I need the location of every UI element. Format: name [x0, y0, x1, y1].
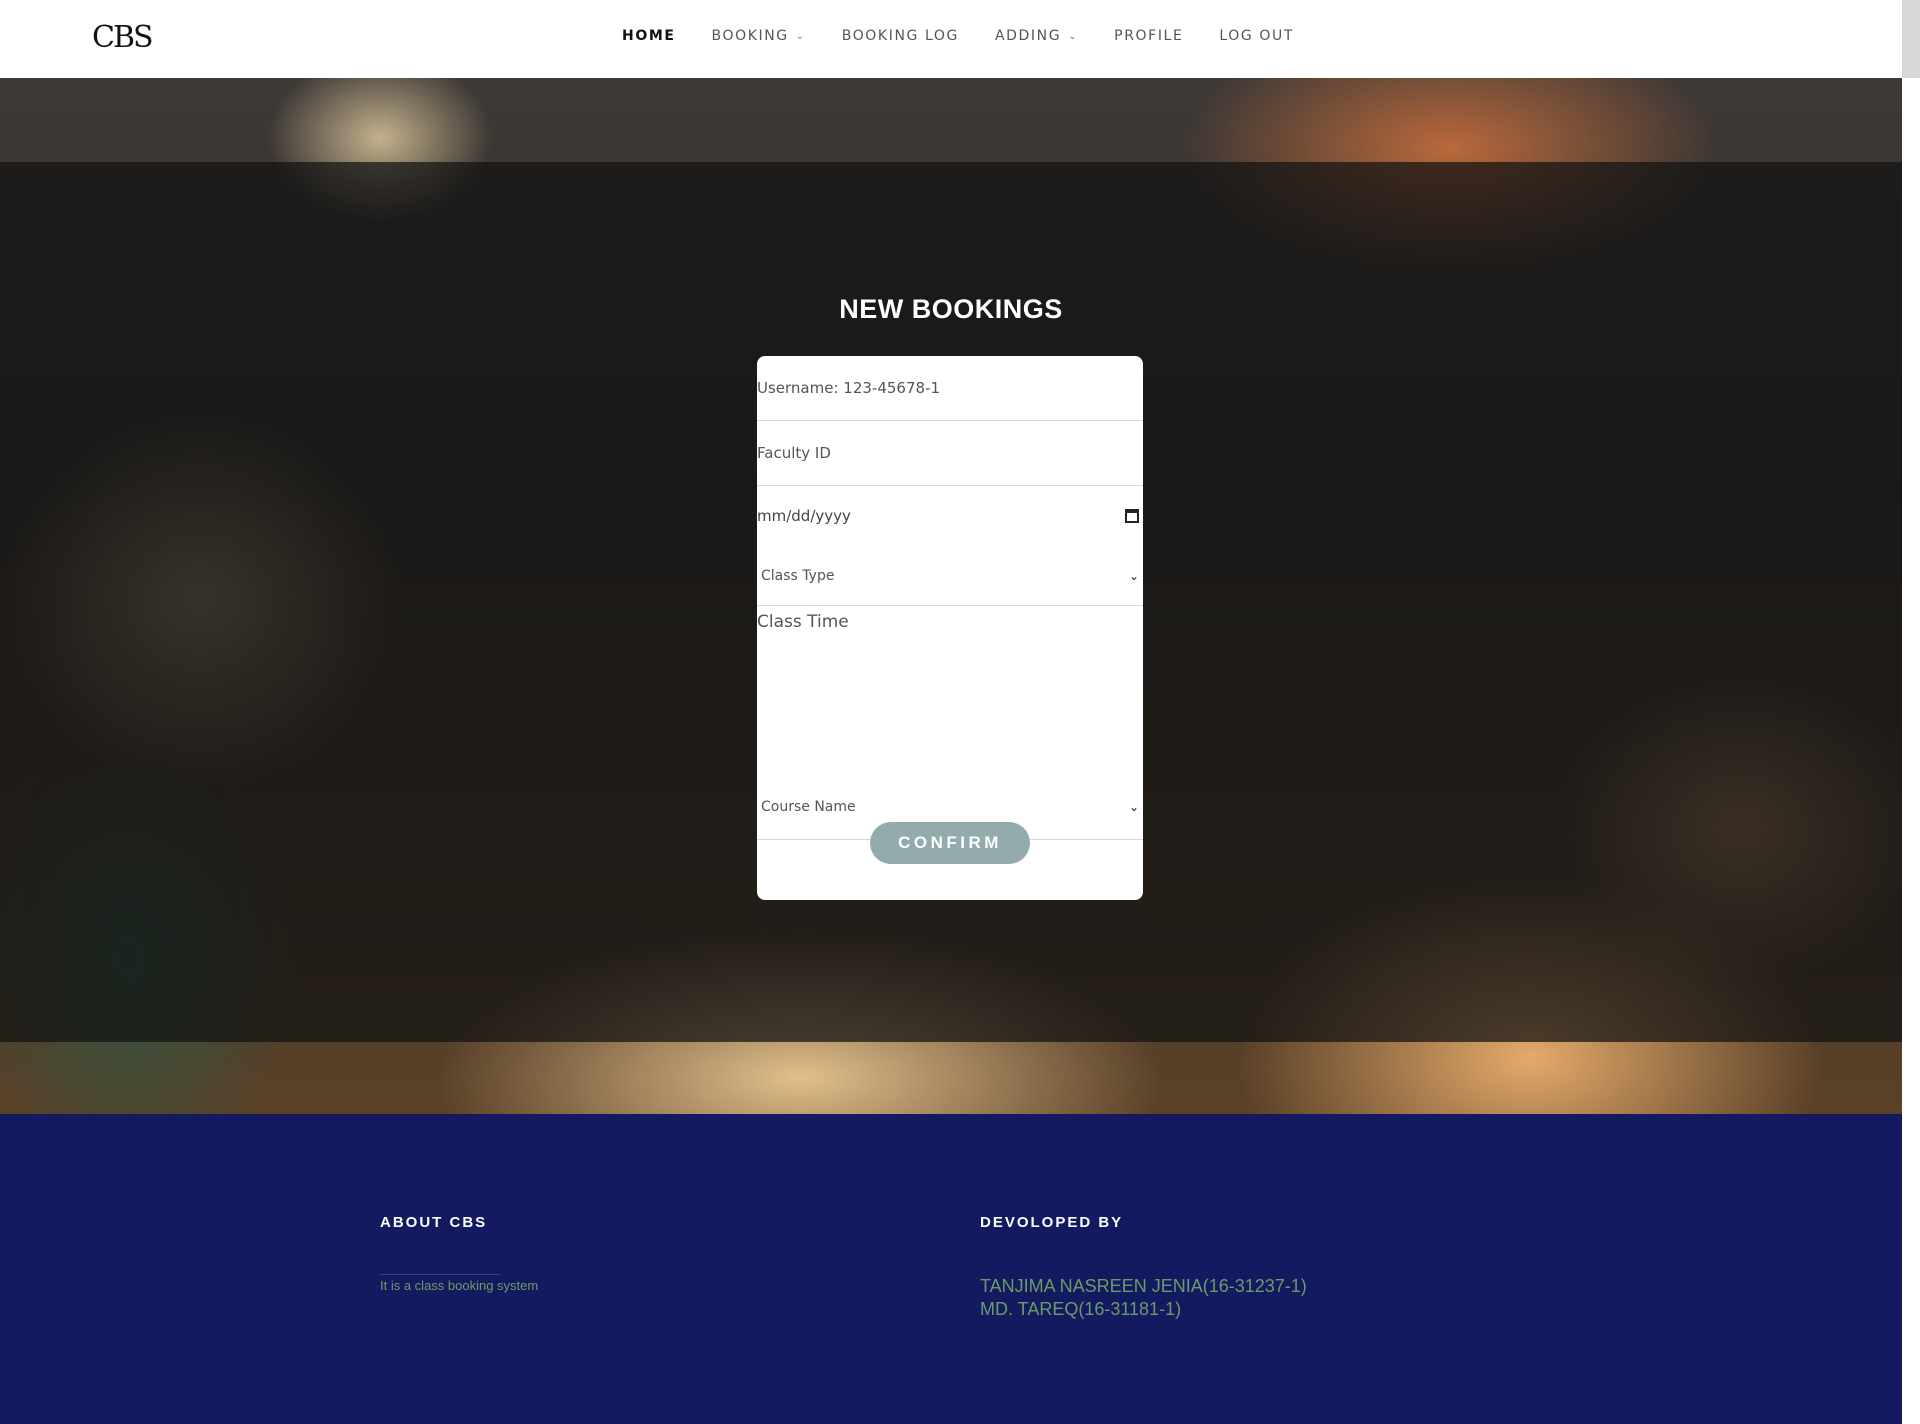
chevron-down-icon: ⌄ [1068, 30, 1079, 42]
nav-adding-label: ADDING [994, 28, 1062, 44]
course-name-value: Course Name [761, 798, 856, 815]
confirm-button[interactable]: CONFIRM [870, 822, 1030, 864]
class-type-select[interactable]: Class Type ⌄ [757, 546, 1143, 606]
nav-logout[interactable]: LOG OUT [1219, 28, 1294, 44]
faculty-id-placeholder: Faculty ID [757, 444, 831, 462]
class-time-placeholder: Class Time [757, 612, 849, 632]
divider [380, 1274, 500, 1275]
chevron-down-icon: ⌄ [795, 30, 806, 42]
date-placeholder: mm/dd/yyyy [757, 507, 851, 525]
main-nav: HOME BOOKING ⌄ BOOKING LOG ADDING ⌄ PROFIL… [622, 28, 1294, 44]
nav-booking-label: BOOKING [711, 28, 789, 44]
date-input[interactable]: mm/dd/yyyy [757, 486, 1143, 546]
developed-by-title: DEVOLOPED BY [980, 1214, 1124, 1231]
scrollbar[interactable] [1902, 0, 1920, 78]
about-title: ABOUT CBS [380, 1214, 488, 1231]
nav-logout-label: LOG OUT [1219, 28, 1295, 44]
chevron-down-icon: ⌄ [1128, 799, 1139, 814]
nav-profile[interactable]: PROFILE [1114, 28, 1183, 44]
username-field: Username: 123-45678-1 [757, 356, 1143, 421]
class-time-textarea[interactable]: Class Time [757, 606, 1143, 794]
nav-adding[interactable]: ADDING ⌄ [995, 28, 1078, 44]
about-text: It is a class booking system [380, 1278, 539, 1293]
calendar-icon[interactable] [1125, 509, 1139, 523]
nav-profile-label: PROFILE [1114, 28, 1184, 44]
chevron-down-icon: ⌄ [1128, 568, 1139, 583]
top-navbar: CBS HOME BOOKING ⌄ BOOKING LOG ADDING ⌄ PR… [0, 0, 1902, 78]
username-text: Username: 123-45678-1 [757, 379, 941, 397]
developer-name: TANJIMA NASREEN JENIA(16-31237-1) [980, 1276, 1307, 1296]
nav-home[interactable]: HOME [622, 28, 676, 44]
logo[interactable]: CBS [92, 20, 154, 55]
nav-home-label: HOME [622, 28, 676, 44]
developer-name: MD. TAREQ(16-31181-1) [980, 1299, 1182, 1319]
faculty-id-input[interactable]: Faculty ID [757, 421, 1143, 486]
nav-booking-log[interactable]: BOOKING LOG [842, 28, 959, 44]
nav-booking-log-label: BOOKING LOG [841, 28, 959, 44]
footer: ABOUT CBS It is a class booking system D… [0, 1114, 1902, 1424]
nav-booking[interactable]: BOOKING ⌄ [712, 28, 806, 44]
class-type-value: Class Type [761, 567, 835, 584]
page-title: NEW BOOKINGS [839, 294, 1063, 324]
booking-form: Username: 123-45678-1 Faculty ID mm/dd/y… [757, 356, 1143, 900]
